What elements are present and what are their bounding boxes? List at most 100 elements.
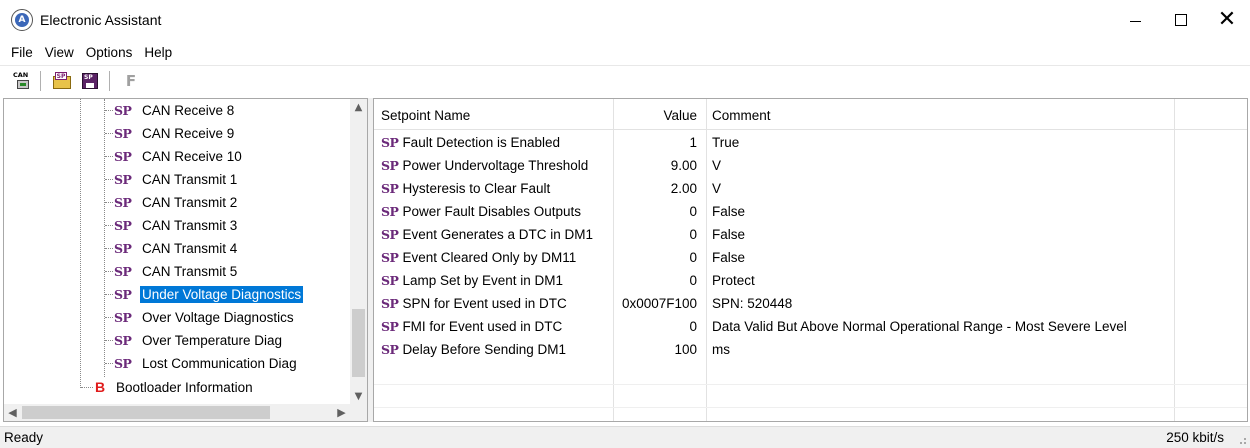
setpoint-icon: SP bbox=[114, 102, 132, 118]
setpoint-icon: SP bbox=[114, 240, 132, 256]
row-divider bbox=[374, 407, 1247, 408]
setpoint-name: Power Undervoltage Threshold bbox=[402, 158, 589, 173]
table-row[interactable]: SP Fault Detection is Enabled 1 True bbox=[374, 131, 1247, 154]
setpoint-value[interactable]: 2.00 bbox=[614, 177, 697, 200]
tree-item[interactable]: SP CAN Receive 9 bbox=[4, 122, 350, 144]
title-bar: A Electronic Assistant ✕ bbox=[0, 0, 1250, 40]
status-bar: Ready 250 kbit/s bbox=[0, 426, 1250, 448]
tree-horizontal-scrollbar[interactable]: ◀ ▶ bbox=[4, 404, 350, 421]
setpoint-icon: SP bbox=[381, 204, 399, 219]
menu-file[interactable]: File bbox=[5, 45, 39, 60]
setpoint-value[interactable]: 9.00 bbox=[614, 154, 697, 177]
resize-grip-icon[interactable] bbox=[1235, 433, 1247, 445]
open-icon-label: SP bbox=[55, 71, 67, 80]
horizontal-scroll-thumb[interactable] bbox=[22, 406, 270, 419]
setpoint-value[interactable]: 0 bbox=[614, 246, 697, 269]
vertical-scroll-thumb[interactable] bbox=[352, 309, 365, 377]
setpoint-icon: SP bbox=[114, 309, 132, 325]
grid-header: Setpoint Name Value Comment bbox=[374, 104, 1247, 127]
close-icon: ✕ bbox=[1217, 7, 1237, 32]
table-row[interactable]: SP Hysteresis to Clear Fault 2.00 V bbox=[374, 177, 1247, 200]
save-setpoints-button[interactable]: SP bbox=[77, 69, 103, 93]
scroll-right-icon[interactable]: ▶ bbox=[333, 404, 350, 421]
tree-item-label: Over Temperature Diag bbox=[142, 332, 283, 348]
table-row-empty bbox=[374, 361, 1247, 384]
minimize-icon bbox=[1129, 20, 1141, 22]
tree-item[interactable]: SP CAN Receive 8 bbox=[4, 99, 350, 121]
tree-item[interactable]: SP Over Temperature Diag bbox=[4, 329, 350, 351]
tree-item[interactable]: SP CAN Transmit 1 bbox=[4, 168, 350, 190]
setpoint-value[interactable]: 0x0007F100 bbox=[614, 292, 697, 315]
table-row[interactable]: SP Power Fault Disables Outputs 0 False bbox=[374, 200, 1247, 223]
tree-item-label: CAN Transmit 4 bbox=[142, 240, 238, 256]
open-setpoints-button[interactable]: SP bbox=[49, 69, 75, 93]
minimize-button[interactable] bbox=[1112, 0, 1158, 40]
setpoint-icon: SP bbox=[114, 171, 132, 187]
tree-panel[interactable]: SP CAN Receive 8 SP CAN Receive 9 SP CAN… bbox=[3, 98, 368, 422]
table-row[interactable]: SP Lamp Set by Event in DM1 0 Protect bbox=[374, 269, 1247, 292]
tree-item[interactable]: SP CAN Transmit 2 bbox=[4, 191, 350, 213]
setpoint-comment: False bbox=[712, 227, 746, 242]
scroll-up-icon[interactable]: ▲ bbox=[350, 99, 367, 116]
can-connect-button[interactable]: CAN bbox=[8, 69, 34, 93]
table-row[interactable]: SP FMI for Event used in DTC 0 Data Valid… bbox=[374, 315, 1247, 338]
tree-item-selected[interactable]: SP Under Voltage Diagnostics bbox=[4, 283, 350, 305]
tree-item-label: CAN Receive 9 bbox=[142, 125, 235, 141]
tree-item-label: CAN Transmit 5 bbox=[142, 263, 238, 279]
app-icon[interactable]: A bbox=[11, 9, 33, 31]
setpoint-icon: SP bbox=[381, 319, 399, 334]
setpoint-value[interactable]: 0 bbox=[614, 200, 697, 223]
setpoint-name-cell: SP Fault Detection is Enabled bbox=[381, 131, 560, 154]
scroll-down-icon[interactable]: ▼ bbox=[350, 388, 367, 405]
tree-vertical-scrollbar[interactable]: ▲ ▼ bbox=[350, 99, 367, 405]
setpoint-icon: SP bbox=[381, 227, 399, 242]
header-comment[interactable]: Comment bbox=[712, 104, 771, 127]
menu-options[interactable]: Options bbox=[80, 45, 139, 60]
maximize-button[interactable] bbox=[1158, 0, 1204, 40]
setpoint-value[interactable]: 0 bbox=[614, 223, 697, 246]
menu-help[interactable]: Help bbox=[138, 45, 178, 60]
setpoint-name: SPN for Event used in DTC bbox=[402, 296, 567, 311]
tree-item-label: CAN Transmit 3 bbox=[142, 217, 238, 233]
tree-item[interactable]: SP Lost Communication Diag bbox=[4, 352, 350, 374]
status-text: Ready bbox=[4, 430, 44, 445]
close-button[interactable]: ✕ bbox=[1204, 0, 1250, 40]
menu-view[interactable]: View bbox=[39, 45, 80, 60]
setpoint-icon: SP bbox=[114, 125, 132, 141]
bootloader-icon: B bbox=[95, 379, 106, 395]
setpoint-name-cell: SP Hysteresis to Clear Fault bbox=[381, 177, 550, 200]
setpoint-name-cell: SP Event Generates a DTC in DM1 bbox=[381, 223, 593, 246]
tree-item[interactable]: SP CAN Transmit 4 bbox=[4, 237, 350, 259]
setpoint-value[interactable]: 100 bbox=[614, 338, 697, 361]
can-connect-icon: CAN bbox=[11, 71, 31, 91]
tree-item[interactable]: SP CAN Transmit 3 bbox=[4, 214, 350, 236]
tree-item-label: CAN Receive 8 bbox=[142, 102, 235, 118]
tree-item[interactable]: SP CAN Transmit 5 bbox=[4, 260, 350, 282]
tree-item-label: CAN Transmit 1 bbox=[142, 171, 238, 187]
baud-rate: 250 kbit/s bbox=[1166, 430, 1224, 445]
setpoint-comment: SPN: 520448 bbox=[712, 296, 793, 311]
table-row[interactable]: SP SPN for Event used in DTC 0x0007F100 S… bbox=[374, 292, 1247, 315]
tree-item-bootloader[interactable]: B Bootloader Information bbox=[4, 376, 350, 398]
save-icon-label: SP bbox=[84, 73, 93, 81]
tree-item[interactable]: SP CAN Receive 10 bbox=[4, 145, 350, 167]
setpoint-grid: Setpoint Name Value Comment SP Fault Dete… bbox=[373, 98, 1248, 422]
tree-item[interactable]: SP Over Voltage Diagnostics bbox=[4, 306, 350, 328]
table-row[interactable]: SP Event Cleared Only by DM11 0 False bbox=[374, 246, 1247, 269]
table-row[interactable]: SP Power Undervoltage Threshold 9.00 V bbox=[374, 154, 1247, 177]
scroll-left-icon[interactable]: ◀ bbox=[4, 404, 21, 421]
setpoint-value[interactable]: 1 bbox=[614, 131, 697, 154]
header-value[interactable]: Value bbox=[614, 104, 697, 127]
open-setpoints-icon: SP bbox=[52, 71, 72, 91]
table-row[interactable]: SP Event Generates a DTC in DM1 0 False bbox=[374, 223, 1247, 246]
setpoint-name: Fault Detection is Enabled bbox=[402, 135, 561, 150]
header-setpoint-name[interactable]: Setpoint Name bbox=[381, 104, 470, 127]
setpoint-icon: SP bbox=[381, 158, 399, 173]
table-row[interactable]: SP Delay Before Sending DM1 100 ms bbox=[374, 338, 1247, 361]
menu-bar: File View Options Help bbox=[0, 40, 1250, 64]
flash-button[interactable]: F bbox=[118, 69, 144, 93]
tree-item-label: CAN Transmit 2 bbox=[142, 194, 238, 210]
setpoint-value[interactable]: 0 bbox=[614, 269, 697, 292]
setpoint-value[interactable]: 0 bbox=[614, 315, 697, 338]
setpoint-name-cell: SP FMI for Event used in DTC bbox=[381, 315, 562, 338]
